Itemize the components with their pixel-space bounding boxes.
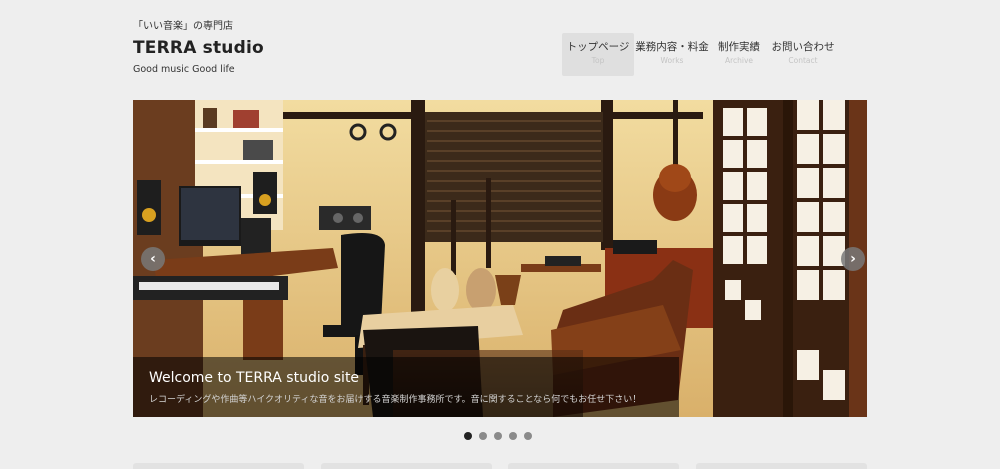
main-nav: トップページ Top 業務内容・料金 Works 制作実績 Archive お問… — [562, 33, 838, 76]
nav-item-sublabel: Top — [591, 56, 605, 65]
feature-cards — [133, 463, 867, 469]
nav-item-sublabel: Works — [660, 56, 684, 65]
feature-card[interactable] — [696, 463, 867, 469]
feature-card[interactable] — [321, 463, 492, 469]
slider-prev-button[interactable]: ‹ — [141, 247, 165, 271]
nav-item-sublabel: Archive — [724, 56, 754, 65]
slide-caption: Welcome to TERRA studio site レコーディングや作曲等… — [133, 357, 679, 417]
slider-dot-3[interactable] — [494, 432, 502, 440]
nav-item-contact[interactable]: お問い合わせ Contact — [768, 33, 838, 76]
slider-dot-2[interactable] — [479, 432, 487, 440]
feature-card[interactable] — [508, 463, 679, 469]
slider-dot-5[interactable] — [524, 432, 532, 440]
slider-dot-4[interactable] — [509, 432, 517, 440]
feature-card[interactable] — [133, 463, 304, 469]
chevron-left-icon: ‹ — [150, 251, 156, 267]
nav-item-top[interactable]: トップページ Top — [562, 33, 634, 76]
chevron-right-icon: › — [850, 251, 856, 267]
nav-item-label: お問い合わせ — [771, 41, 835, 53]
slider-pagination — [464, 432, 532, 440]
nav-item-label: トップページ — [566, 41, 630, 53]
site-tagline: 「いい音楽」の専門店 — [133, 21, 233, 32]
site-subtitle: Good music Good life — [133, 64, 235, 75]
nav-item-works[interactable]: 業務内容・料金 Works — [634, 33, 710, 76]
caption-title: Welcome to TERRA studio site — [149, 370, 360, 386]
hero-slider[interactable]: Welcome to TERRA studio site レコーディングや作曲等… — [133, 100, 867, 417]
nav-item-archive[interactable]: 制作実績 Archive — [710, 33, 768, 76]
nav-item-label: 制作実績 — [718, 41, 760, 53]
site-title[interactable]: TERRA studio — [133, 38, 264, 58]
nav-item-label: 業務内容・料金 — [635, 41, 709, 53]
nav-item-sublabel: Contact — [788, 56, 818, 65]
slider-dot-1[interactable] — [464, 432, 472, 440]
slider-next-button[interactable]: › — [841, 247, 865, 271]
caption-text: レコーディングや作曲等ハイクオリティな音をお届けする音楽制作事務所です。音に関す… — [149, 395, 642, 405]
